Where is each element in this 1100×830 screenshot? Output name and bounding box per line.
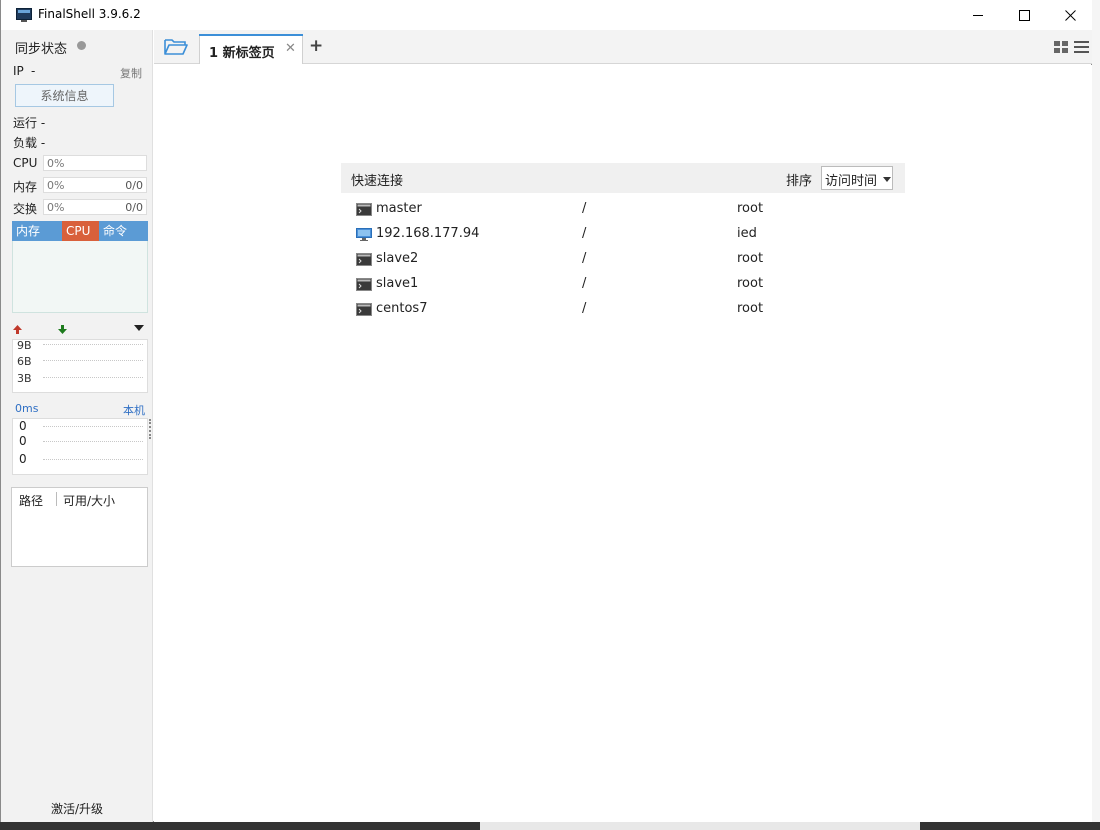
add-tab-icon[interactable]: + <box>309 36 323 56</box>
maximize-button[interactable] <box>1001 0 1047 30</box>
terminal-icon <box>356 278 372 291</box>
title-bar: FinalShell 3.9.6.2 <box>1 0 1092 30</box>
tab-bar: 1 新标签页 ✕ + <box>154 30 1092 64</box>
connection-path: / <box>582 301 587 316</box>
connection-row[interactable]: master / root <box>354 198 894 222</box>
net-tick: 3B <box>17 372 32 385</box>
tab-new-tab[interactable]: 1 新标签页 ✕ <box>199 34 303 64</box>
connection-user: root <box>737 251 764 266</box>
connection-path: / <box>582 276 587 291</box>
disk-path-header[interactable]: 路径 <box>19 492 43 509</box>
minimize-icon <box>972 14 983 16</box>
app-window: FinalShell 3.9.6.2 同步状态 IP - 复制 系统信息 运行 … <box>0 0 1092 822</box>
process-tabs: 内存 CPU 命令 <box>12 221 148 241</box>
process-tab-cpu[interactable]: CPU <box>62 221 99 241</box>
cpu-meter: 0% <box>43 155 147 171</box>
memory-ratio: 0/0 <box>125 179 143 192</box>
cpu-percent: 0% <box>47 157 65 170</box>
ping-graph: 0 0 0 <box>12 418 148 475</box>
ping-host[interactable]: 本机 <box>123 402 145 418</box>
background-window-strip <box>1092 0 1100 830</box>
grid-view-icon[interactable] <box>1054 41 1068 53</box>
upload-arrow-icon <box>13 325 22 334</box>
connection-path: / <box>582 251 587 266</box>
ping-value: 0 <box>19 434 27 448</box>
system-info-button[interactable]: 系统信息 <box>15 84 114 107</box>
process-list[interactable] <box>12 241 148 313</box>
memory-label: 内存 <box>13 180 38 194</box>
connection-user: root <box>737 276 764 291</box>
cpu-label: CPU <box>13 156 38 170</box>
close-icon <box>1064 9 1076 21</box>
load-label: 负载 - <box>13 136 46 150</box>
sidebar-resize-handle[interactable] <box>149 419 152 439</box>
open-folder-icon[interactable] <box>164 38 188 56</box>
connection-path: / <box>582 201 587 216</box>
tab-close-icon[interactable]: ✕ <box>285 41 296 56</box>
ip-label: IP <box>13 64 24 78</box>
quick-connect-title: 快速连接 <box>351 174 404 189</box>
connection-name: slave1 <box>376 276 419 291</box>
activate-upgrade-link[interactable]: 激活/升级 <box>1 800 153 817</box>
ping-latency: 0ms <box>15 402 39 415</box>
minimize-button[interactable] <box>955 0 1001 30</box>
connection-name: 192.168.177.94 <box>376 226 480 241</box>
quick-connect-header: 快速连接 排序 访问时间 <box>341 163 905 193</box>
ping-value: 0 <box>19 452 27 466</box>
memory-percent: 0% <box>47 179 65 192</box>
sync-status-label: 同步状态 <box>15 42 68 57</box>
connection-row[interactable]: slave1 / root <box>354 273 894 297</box>
swap-label: 交换 <box>13 202 38 216</box>
swap-ratio: 0/0 <box>125 201 143 214</box>
connection-name: master <box>376 201 422 216</box>
sync-status-indicator <box>77 41 86 50</box>
sort-label: 排序 <box>786 174 813 189</box>
connection-row[interactable]: centos7 / root <box>354 298 894 322</box>
terminal-icon <box>356 203 372 216</box>
terminal-icon <box>356 253 372 266</box>
connection-name: slave2 <box>376 251 419 266</box>
net-tick: 6B <box>17 355 32 368</box>
sort-dropdown[interactable]: 访问时间 <box>821 166 893 190</box>
net-tick: 9B <box>17 339 32 352</box>
process-tab-memory[interactable]: 内存 <box>12 221 62 241</box>
download-arrow-icon <box>58 325 67 334</box>
list-view-icon[interactable] <box>1074 41 1089 53</box>
connection-row[interactable]: 192.168.177.94 / ied <box>354 223 894 247</box>
connection-row[interactable]: slave2 / root <box>354 248 894 272</box>
disk-table: 路径 可用/大小 <box>11 487 148 567</box>
window-title: FinalShell 3.9.6.2 <box>38 7 141 21</box>
quick-connect-page: 快速连接 排序 访问时间 master / root 192.168.177.94 / i… <box>154 65 1092 822</box>
background-taskbar-strip <box>0 822 1100 830</box>
connection-name: centos7 <box>376 301 428 316</box>
copy-ip-link[interactable]: 复制 <box>120 65 142 81</box>
ping-value: 0 <box>19 419 27 433</box>
uptime-label: 运行 - <box>13 116 46 130</box>
network-interface-dropdown-icon[interactable] <box>134 325 144 331</box>
close-button[interactable] <box>1047 0 1093 30</box>
terminal-icon <box>356 303 372 316</box>
tab-label: 1 新标签页 <box>209 46 275 61</box>
desktop-icon <box>356 228 372 241</box>
network-traffic-graph: 9B 6B 3B <box>12 339 148 393</box>
ip-value: - <box>31 64 36 78</box>
connection-user: root <box>737 301 764 316</box>
swap-percent: 0% <box>47 201 65 214</box>
chevron-down-icon <box>883 177 891 182</box>
disk-size-header[interactable]: 可用/大小 <box>63 492 115 509</box>
connection-path: / <box>582 226 587 241</box>
sort-selected-value: 访问时间 <box>825 174 878 189</box>
connection-user: root <box>737 201 764 216</box>
swap-meter: 0% 0/0 <box>43 199 147 215</box>
status-sidebar: 同步状态 IP - 复制 系统信息 运行 - 负载 - CPU 0% 内存 0%… <box>1 30 153 822</box>
memory-meter: 0% 0/0 <box>43 177 147 193</box>
connection-user: ied <box>737 226 757 241</box>
column-divider <box>56 492 57 506</box>
finalshell-app-icon <box>16 8 32 22</box>
process-tab-command[interactable]: 命令 <box>99 221 148 241</box>
maximize-icon <box>1018 9 1030 21</box>
